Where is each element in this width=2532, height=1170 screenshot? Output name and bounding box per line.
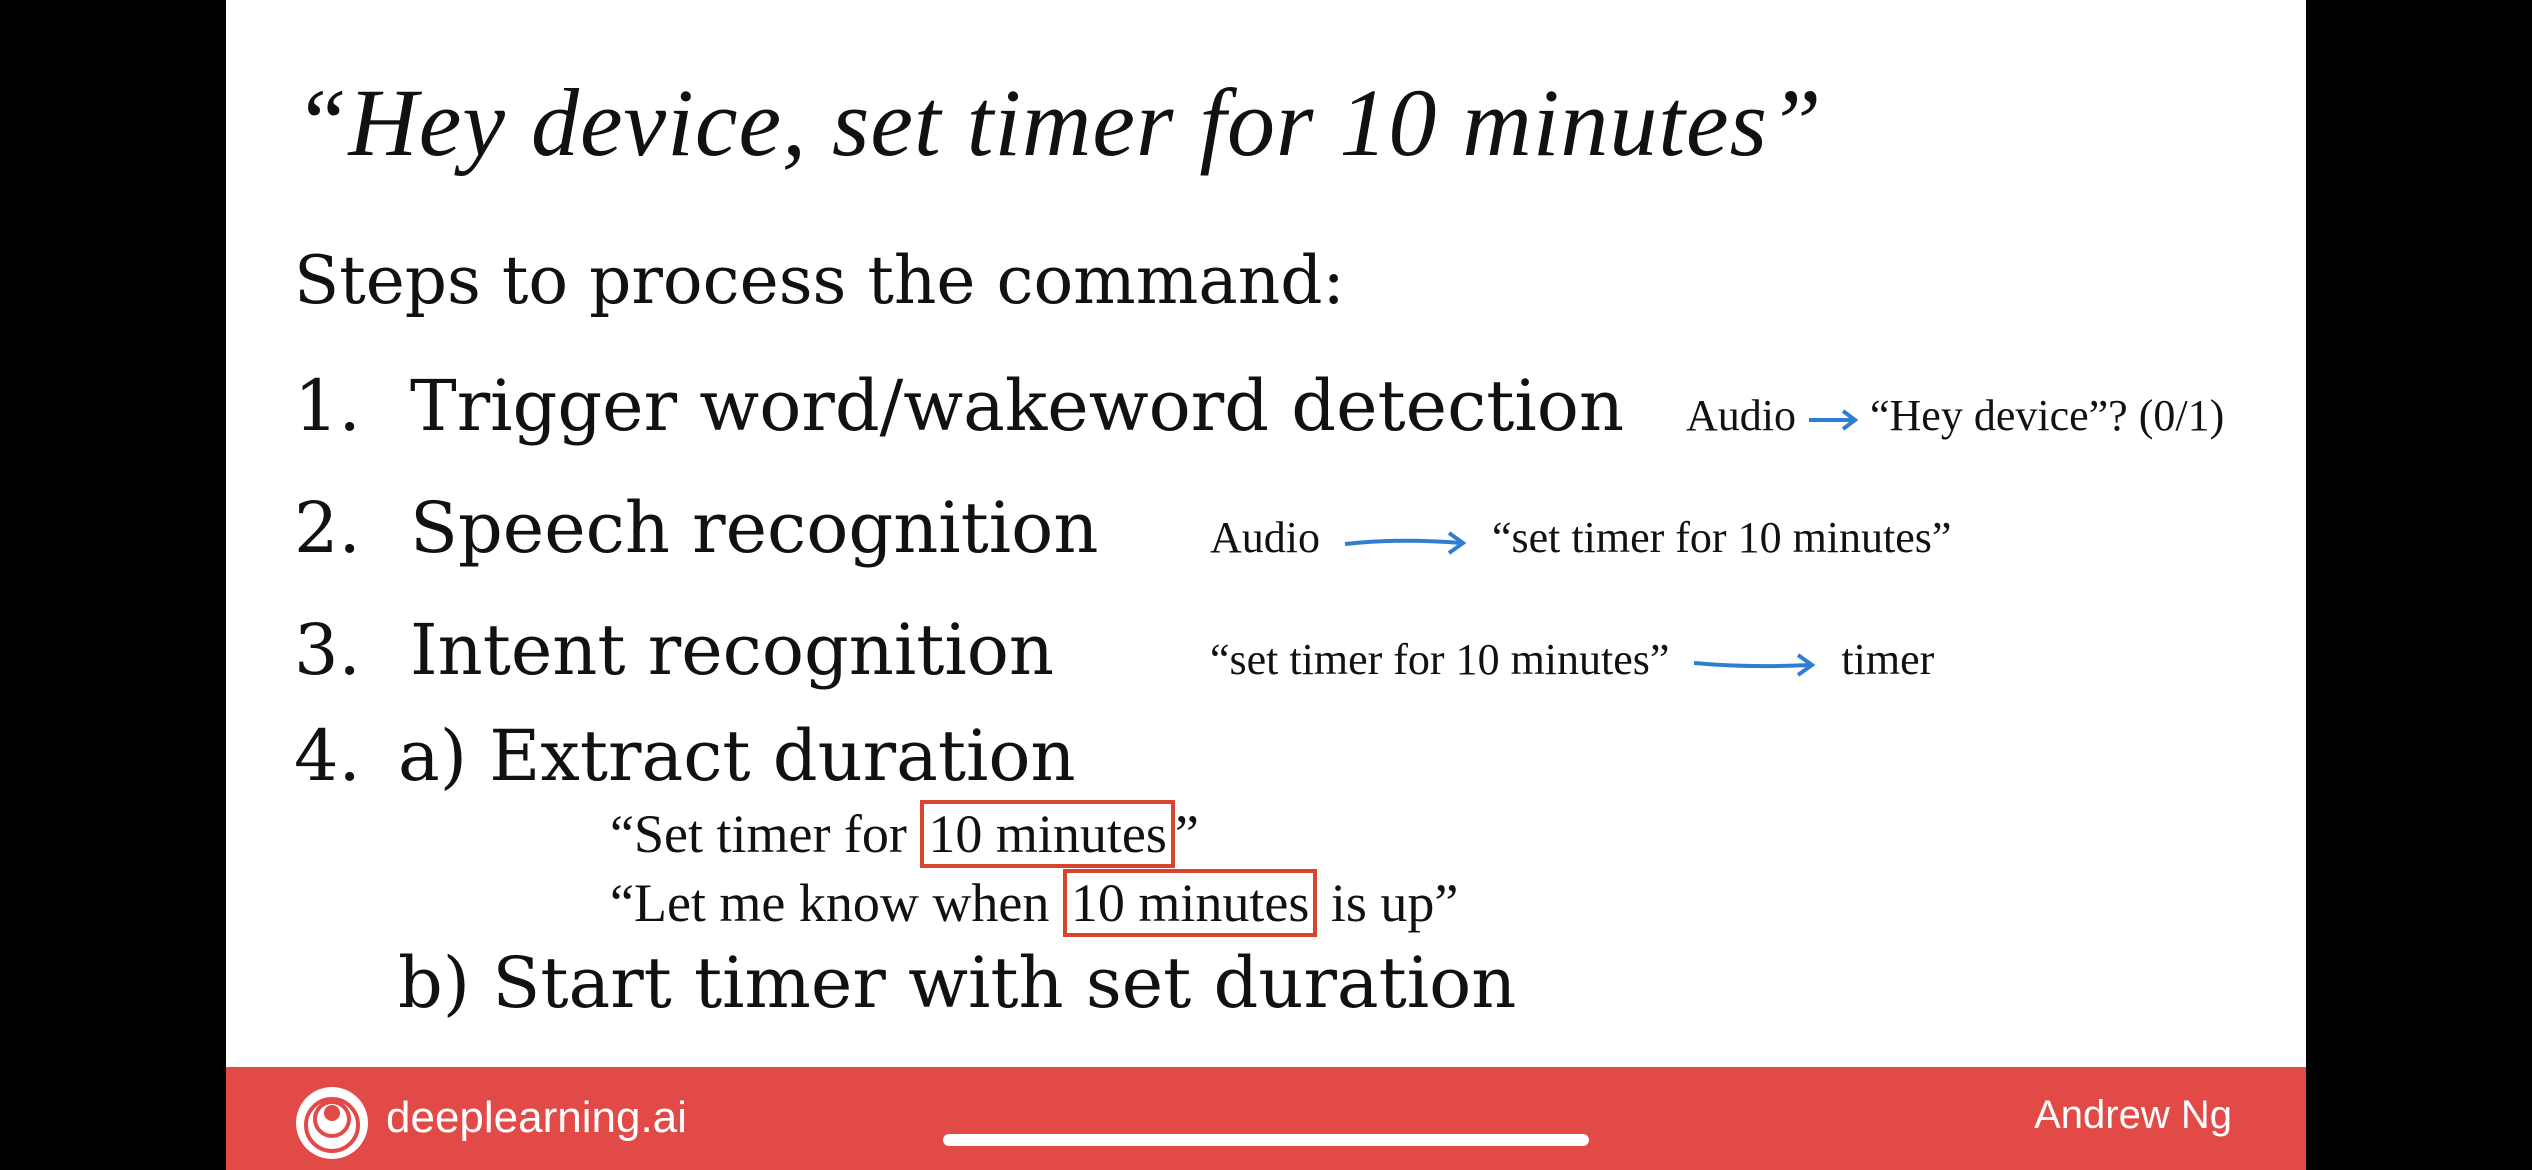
example-suffix: ” [1174,804,1199,864]
note-output: “Hey device”? (0/1) [1870,391,2225,440]
note-input: “set timer for 10 minutes” [1210,635,1670,684]
duration-highlight: 10 minutes [920,800,1175,868]
slide-title: “Hey device, set timer for 10 minutes” [294,69,1823,176]
arrow-right-icon [1809,409,1859,431]
deeplearning-logo-icon [296,1087,368,1159]
step-1-note: Audio “Hey device”? (0/1) [1686,391,2225,440]
note-input: Audio [1210,513,1320,562]
step-4-b: b) Start timer with set duration [398,942,1517,1024]
brand-name: deeplearning.ai [386,1093,687,1142]
step-number: 3. [294,609,361,691]
arrow-right-icon [1344,531,1467,555]
step-number: 2. [294,487,361,569]
step-label: Intent recognition [410,609,1055,691]
step-label: a) Extract duration [398,715,1076,797]
author-name: Andrew Ng [2034,1093,2232,1137]
step-3-note: “set timer for 10 minutes” timer [1210,635,1935,684]
lecture-slide: “Hey device, set timer for 10 minutes” S… [226,0,2306,1170]
note-output: timer [1841,635,1935,684]
step-label: Speech recognition [410,487,1099,569]
step-2: 2. Speech recognition [294,490,1098,567]
slide-footer: deeplearning.ai Andrew Ng [226,1067,2306,1170]
example-utterance-2: “Let me know when 10 minutes is up” [610,869,1459,937]
video-screen[interactable]: “Hey device, set timer for 10 minutes” S… [0,0,2532,1170]
step-2-note: Audio “set timer for 10 minutes” [1210,513,1952,562]
note-input: Audio [1686,391,1796,440]
example-prefix: “Let me know when [610,873,1063,933]
steps-heading: Steps to process the command: [294,242,1345,319]
step-label: Trigger word/wakeword detection [410,365,1625,447]
step-3: 3. Intent recognition [294,612,1054,689]
arrow-right-icon [1694,653,1816,677]
step-number: 1. [294,365,361,447]
step-1: 1. Trigger word/wakeword detection [294,368,1624,445]
step-number: 4. [294,715,361,797]
note-output: “set timer for 10 minutes” [1492,513,1952,562]
step-4: 4. a) Extract duration [294,718,1076,795]
example-utterance-1: “Set timer for 10 minutes” [610,800,1199,868]
example-prefix: “Set timer for [610,804,921,864]
duration-highlight: 10 minutes [1062,869,1318,937]
example-suffix: is up” [1317,873,1459,933]
home-indicator[interactable] [943,1134,1589,1146]
